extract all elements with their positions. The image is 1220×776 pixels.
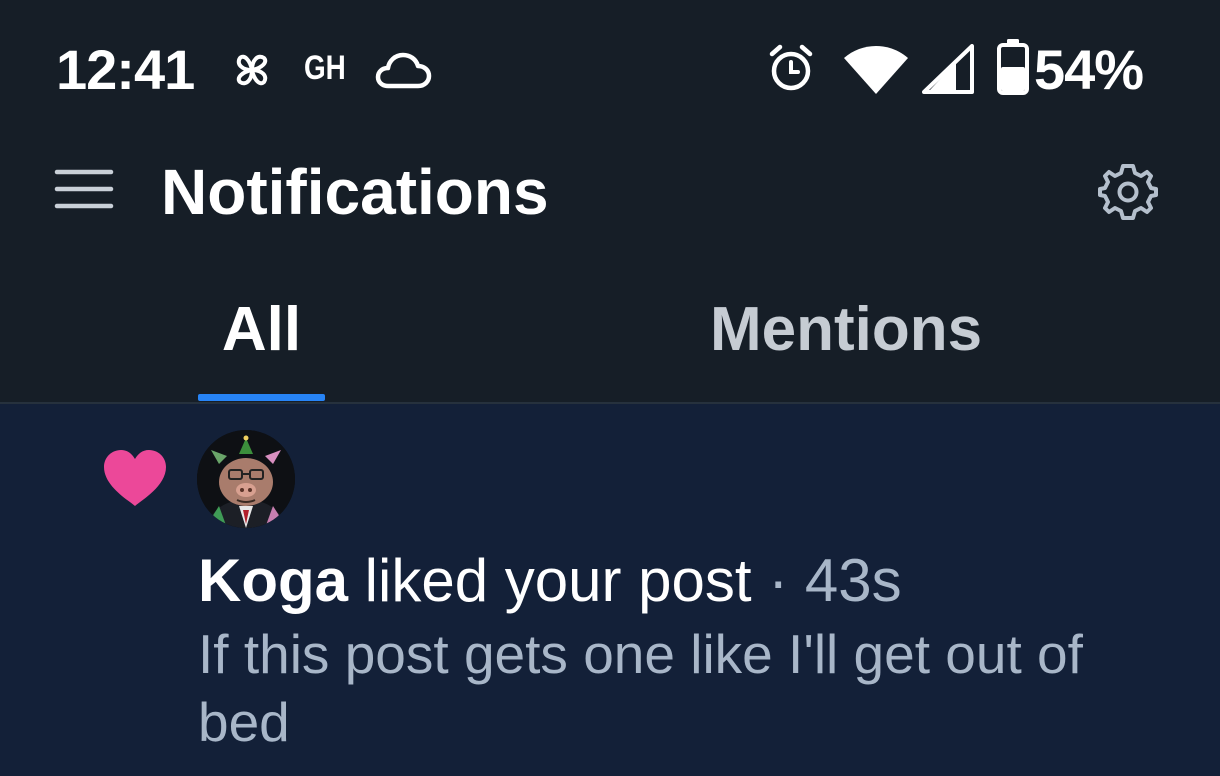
tab-bar: All Mentions: [0, 270, 1220, 402]
notification-time: 43s: [804, 547, 902, 614]
tab-all[interactable]: All: [198, 270, 325, 402]
notification-action: liked your post: [364, 547, 752, 614]
wifi-icon: [844, 46, 908, 94]
avatar-image: [197, 430, 295, 528]
post-preview: If this post gets one like I'll get out …: [198, 623, 1083, 753]
notification-text: Koga liked your post · 43s: [198, 546, 902, 616]
alarm-icon: [769, 44, 813, 91]
gear-icon[interactable]: [1098, 162, 1158, 222]
cellular-signal-icon: [922, 44, 974, 94]
avatar[interactable]: [197, 430, 295, 528]
pinwheel-icon: [236, 54, 268, 86]
tab-selected-indicator: [198, 394, 325, 401]
menu-icon[interactable]: [54, 167, 114, 211]
battery-icon: [997, 39, 1029, 95]
battery-percent: 54%: [1034, 38, 1144, 101]
status-bar: 12:41 GH 54%: [0, 0, 1220, 140]
cloud-icon: [375, 52, 432, 89]
notification-author[interactable]: Koga: [198, 547, 348, 614]
status-indicator-text: GH: [304, 49, 346, 87]
status-time: 12:41: [56, 38, 195, 101]
page-title: Notifications: [161, 156, 549, 228]
app-bar: Notifications: [0, 140, 1220, 245]
notification-separator: ·: [768, 547, 789, 614]
heart-icon: [104, 450, 166, 506]
tab-mentions[interactable]: Mentions: [710, 270, 982, 402]
notification-item[interactable]: Koga liked your post · 43s If this post …: [0, 404, 1220, 776]
